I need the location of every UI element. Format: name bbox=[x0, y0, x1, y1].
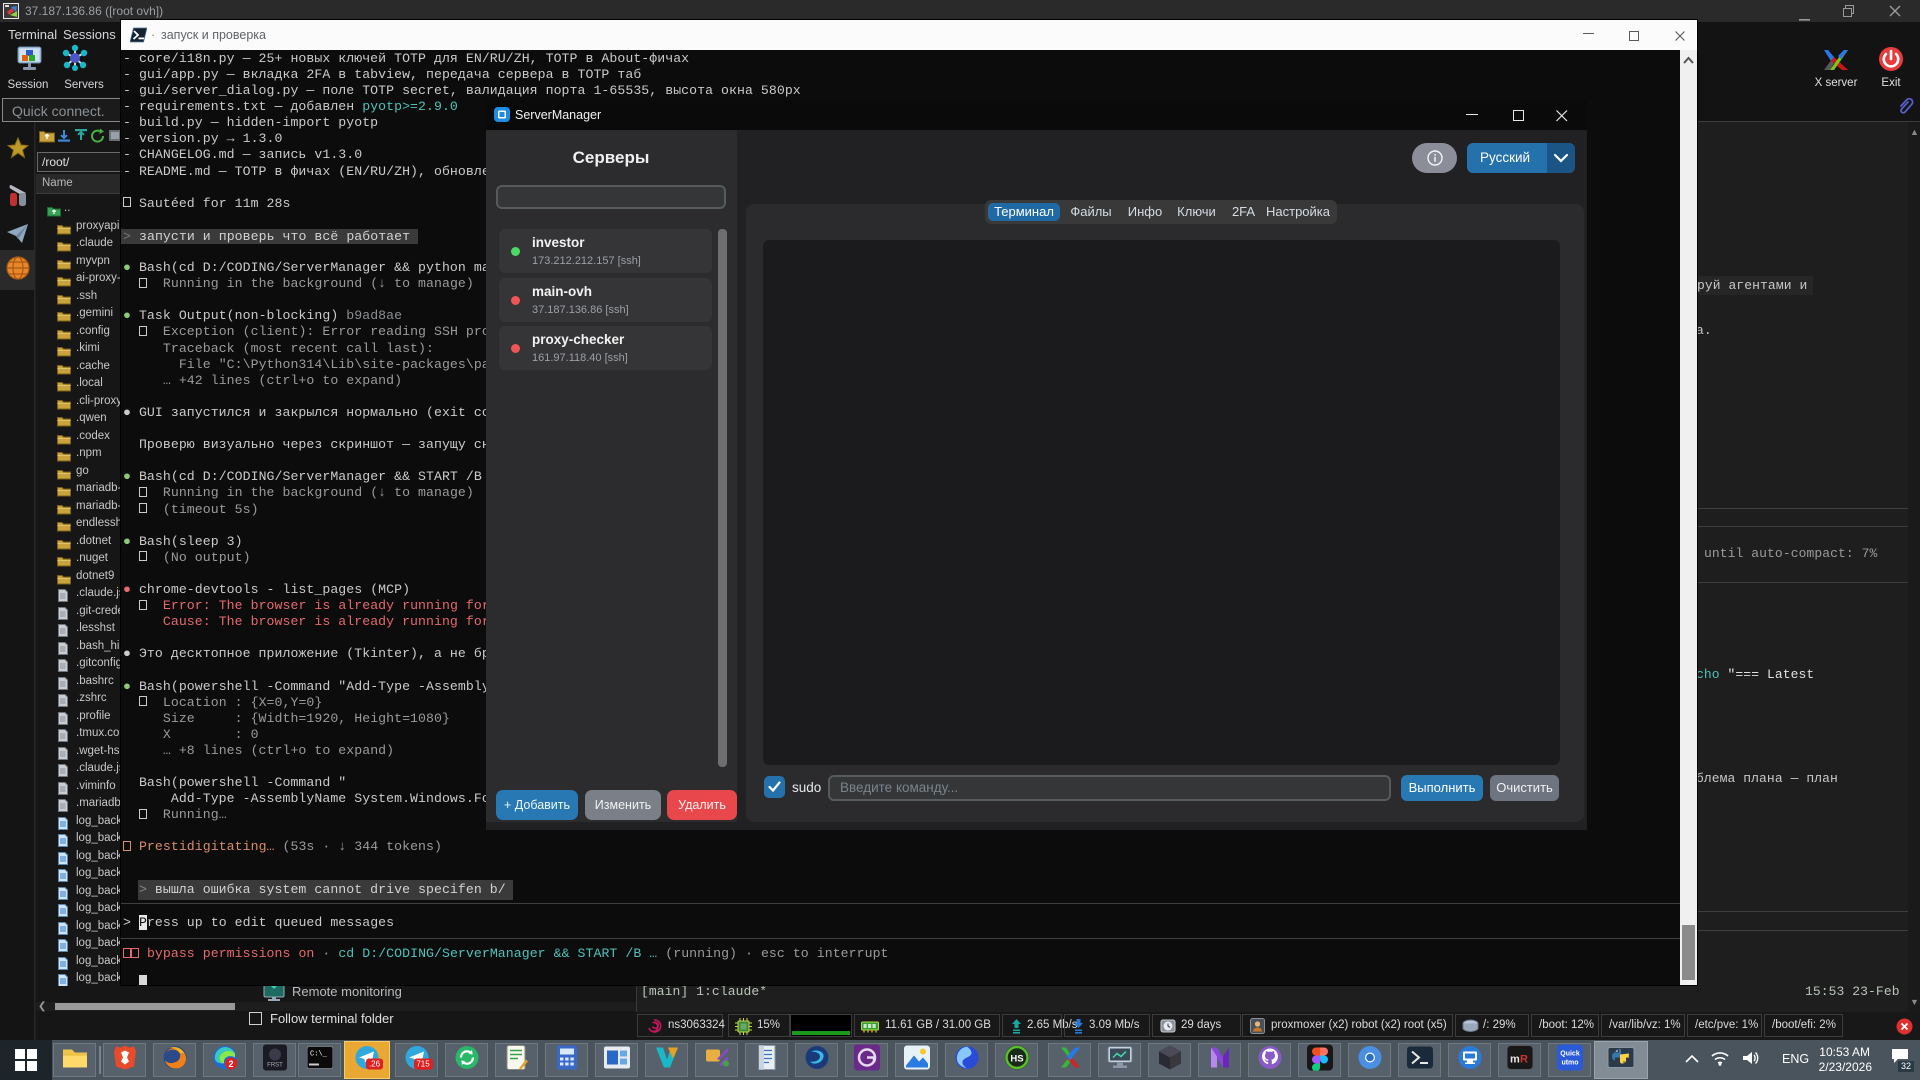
svg-text:C:\_: C:\_ bbox=[310, 1051, 328, 1059]
svg-text:utmo: utmo bbox=[1561, 1060, 1578, 1067]
svg-text:m: m bbox=[1510, 1054, 1520, 1066]
svg-text:R: R bbox=[1520, 1054, 1528, 1066]
svg-text:FRST: FRST bbox=[267, 1063, 283, 1069]
svg-text:2: 2 bbox=[228, 1059, 233, 1069]
svg-text:Quick: Quick bbox=[1560, 1051, 1580, 1058]
svg-text:HS: HS bbox=[1010, 1054, 1023, 1065]
